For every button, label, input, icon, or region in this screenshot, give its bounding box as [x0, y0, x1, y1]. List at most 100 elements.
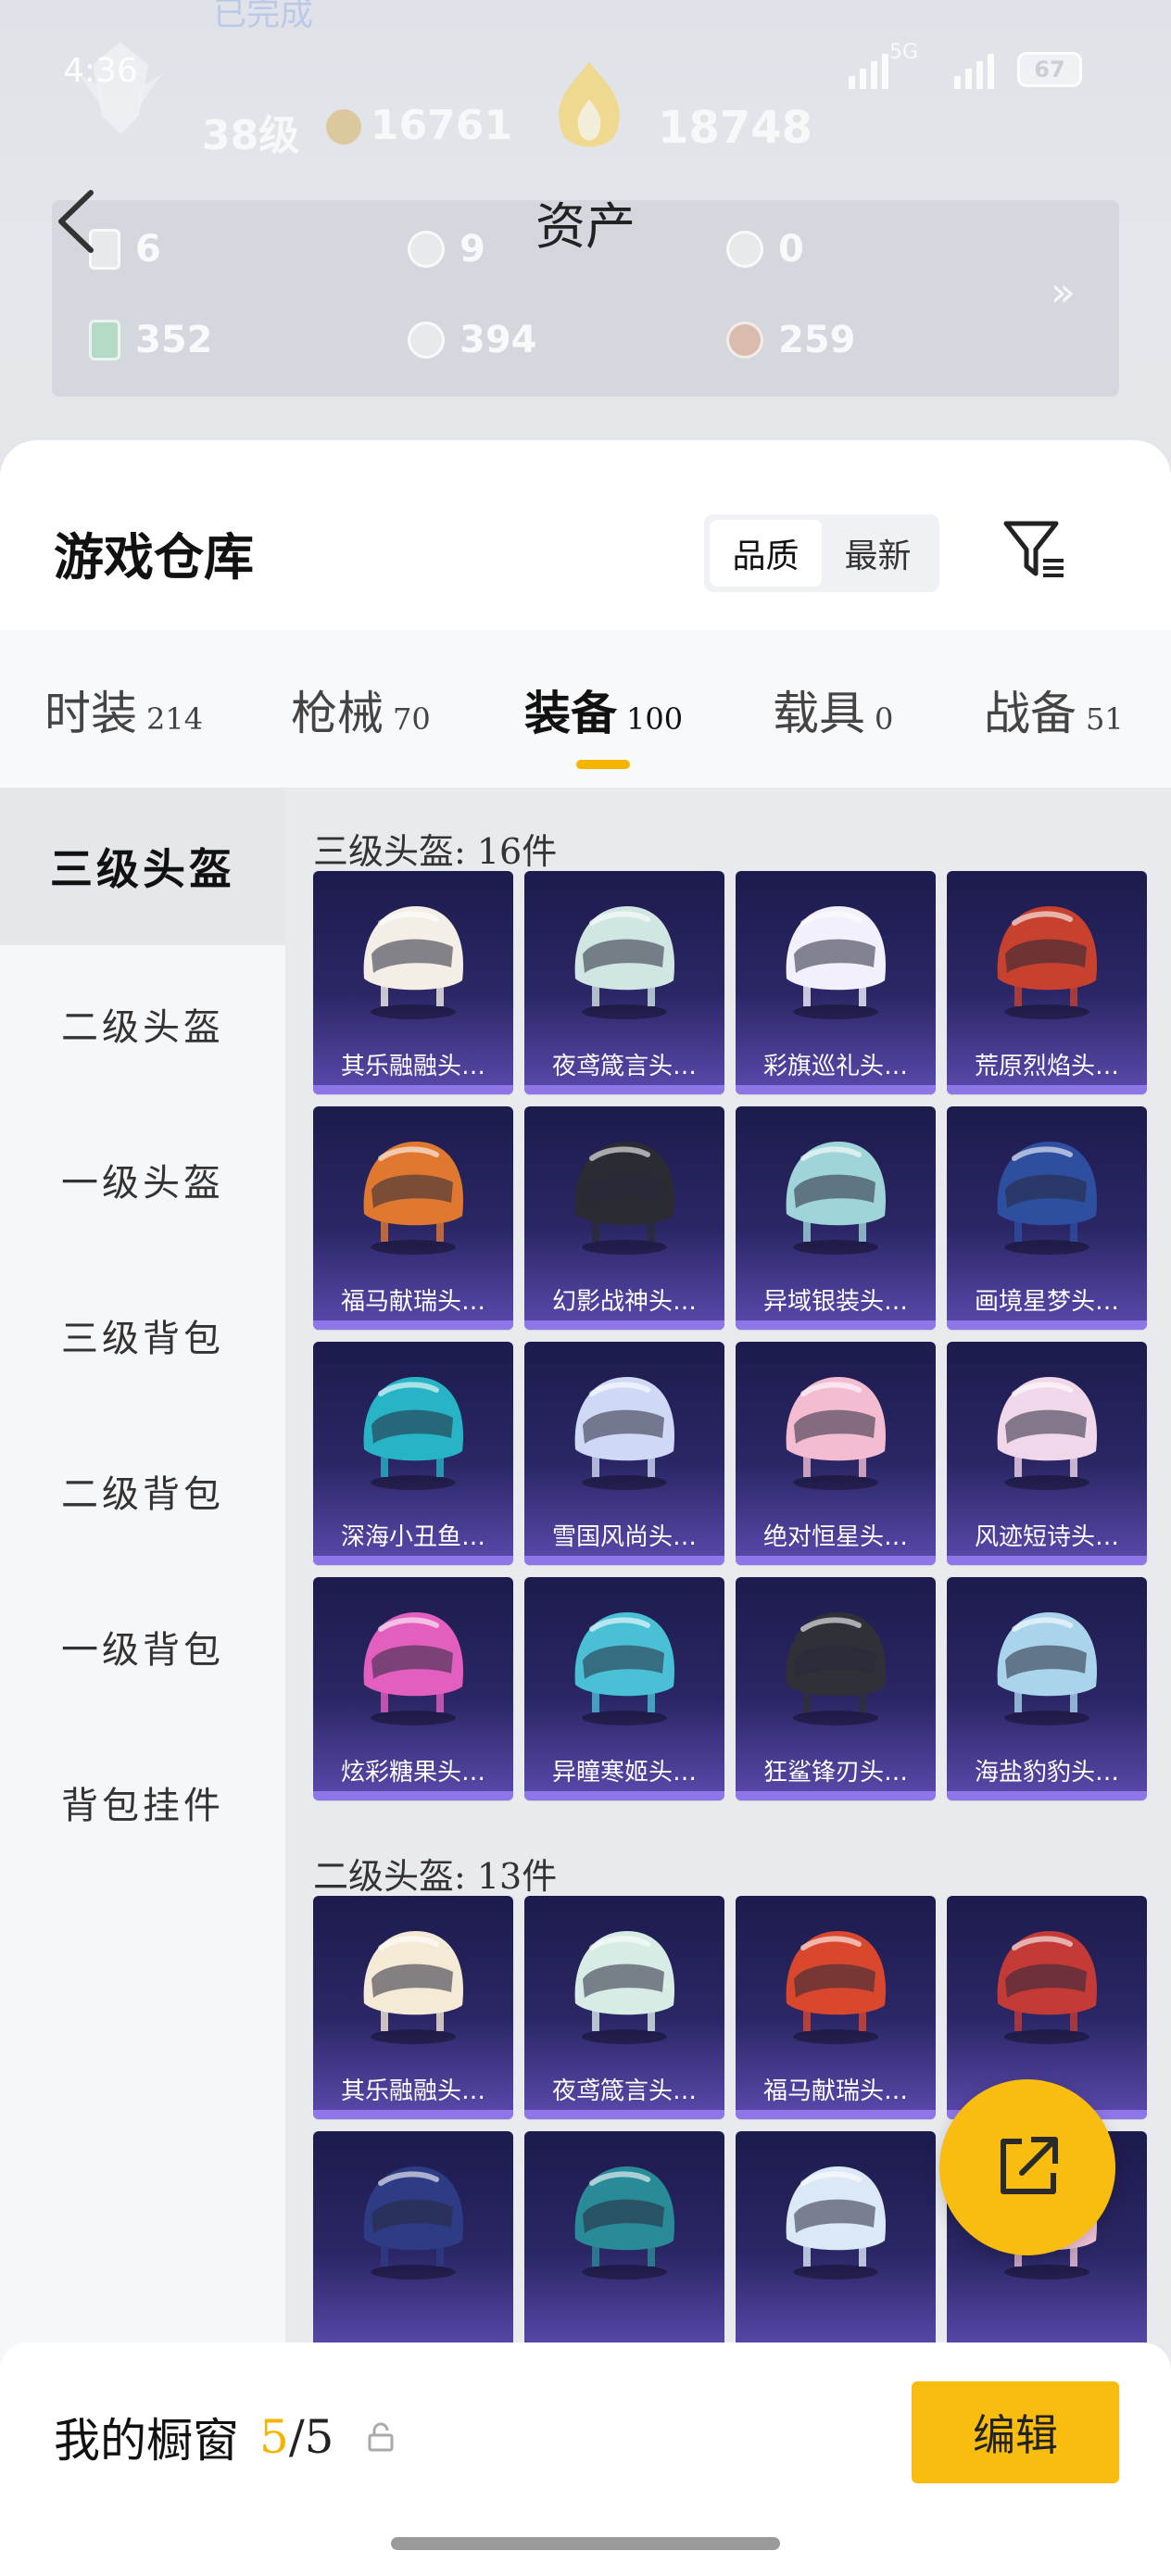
rarity-bar [947, 1085, 1147, 1094]
status-time: 4:36 [63, 52, 138, 90]
item-name: 其乐融融头… [340, 1053, 485, 1080]
helmet-icon [786, 1931, 886, 2044]
item-name: 雪国风尚头… [551, 1523, 697, 1551]
item-card[interactable]: 福马献瑞头… [313, 1106, 513, 1330]
item-card[interactable]: 幻影战神头… [524, 1106, 724, 1330]
category-tabs: 时装 214 枪械 70 装备 100 载具 0 战备 51 [0, 630, 1171, 788]
helmet-icon [363, 906, 463, 1019]
item-name: 荒原烈焰头… [974, 1053, 1119, 1080]
item-card[interactable]: 福马献瑞头… [736, 1896, 936, 2119]
asset-item: 352 [89, 319, 213, 361]
item-name: 海盐豹豹头… [974, 1759, 1119, 1787]
item-card[interactable]: 狂鲨锋刃头… [736, 1577, 936, 1800]
partial-banner-text: 已完成 [213, 0, 314, 33]
item-name: 其乐融融头… [340, 2077, 485, 2105]
warehouse-sheet: 游戏仓库 品质 最新 时装 214 枪械 70 装备 100 载具 0 战备 51 三级头… [0, 440, 1171, 2576]
item-card[interactable]: 夜鸢箴言头… [524, 1896, 724, 2119]
tab-supplies[interactable]: 战备 51 [984, 676, 1124, 743]
double-chevron-right-icon[interactable]: » [1051, 269, 1076, 316]
sort-by-quality-button[interactable]: 品质 [710, 520, 822, 587]
item-name: 画境星梦头… [974, 1288, 1119, 1316]
showcase-status: 我的橱窗 5/5 [54, 2404, 395, 2470]
item-card[interactable]: 深海小丑鱼… [313, 1342, 513, 1565]
helmet-icon [997, 1377, 1097, 1490]
sidebar-item-level2-backpack[interactable]: 二级背包 [0, 1412, 285, 1570]
sidebar-item-level1-helmet[interactable]: 一级头盔 [0, 1101, 285, 1258]
item-card[interactable]: 海盐豹豹头… [947, 1577, 1147, 1800]
item-name: 彩旗巡礼头… [762, 1053, 908, 1080]
sidebar-item-level1-backpack[interactable]: 一级背包 [0, 1568, 285, 1725]
sidebar-item-level2-helmet[interactable]: 二级头盔 [0, 945, 285, 1103]
showcase-label: 我的橱窗 [54, 2414, 239, 2468]
sidebar-item-level3-backpack[interactable]: 三级背包 [0, 1256, 285, 1414]
item-name: 深海小丑鱼… [340, 1523, 485, 1551]
helmet-icon [574, 906, 674, 1019]
item-card[interactable]: 雪国风尚头… [524, 1342, 724, 1565]
showcase-bar: 我的橱窗 5/5 编辑 [0, 2342, 1171, 2576]
helmet-icon [574, 2166, 674, 2279]
edit-button[interactable]: 编辑 [912, 2381, 1119, 2483]
rarity-bar [736, 1791, 936, 1800]
item-card[interactable]: 画境星梦头… [947, 1106, 1147, 1330]
item-card[interactable]: 异域银装头… [736, 1106, 936, 1330]
sort-by-newest-button[interactable]: 最新 [822, 520, 934, 587]
item-card[interactable]: 夜鸢箴言头… [524, 871, 724, 1094]
rarity-bar [947, 1320, 1147, 1330]
helmet-icon [363, 2166, 463, 2279]
item-card[interactable] [736, 2131, 936, 2355]
page-title: 资产 [535, 197, 636, 256]
item-card[interactable]: 异瞳寒姬头… [524, 1577, 724, 1800]
sidebar-item-backpack-pendant[interactable]: 背包挂件 [0, 1724, 285, 1881]
sort-toggle: 品质 最新 [704, 514, 939, 592]
item-card[interactable]: 荒原烈焰头… [947, 871, 1147, 1094]
item-card[interactable]: 炫彩糖果头… [313, 1577, 513, 1800]
bronze-coin-icon [726, 322, 763, 359]
active-tab-indicator [576, 760, 630, 769]
item-card[interactable] [524, 2131, 724, 2355]
battery-icon: 67 [1017, 52, 1082, 87]
signal-icon-2 [954, 48, 994, 89]
rarity-bar [736, 1085, 936, 1094]
warehouse-title: 游戏仓库 [54, 527, 254, 587]
flame-medal-icon [559, 62, 620, 147]
item-name: 炫彩糖果头… [340, 1759, 485, 1787]
helmet-icon [574, 1142, 674, 1255]
level-text: 38级 [202, 112, 300, 159]
signal-icon [849, 48, 888, 89]
item-card[interactable]: 绝对恒星头… [736, 1342, 936, 1565]
tab-firearms[interactable]: 枪械 70 [291, 676, 431, 743]
tab-fashion[interactable]: 时装 214 [44, 676, 203, 743]
rarity-bar [313, 1556, 513, 1565]
external-link-button[interactable] [939, 2079, 1115, 2255]
coin-icon [326, 109, 361, 145]
rarity-bar [524, 1085, 724, 1094]
battery-level: 67 [1034, 57, 1065, 82]
item-card[interactable]: 其乐融融头… [313, 871, 513, 1094]
item-card[interactable]: 其乐融融头… [313, 1896, 513, 2119]
sidebar-item-level3-helmet[interactable]: 三级头盔 [0, 788, 285, 945]
item-card[interactable] [313, 2131, 513, 2355]
helmet-icon [786, 1377, 886, 1490]
rarity-bar [524, 1791, 724, 1800]
helmet-icon [786, 1142, 886, 1255]
tab-equipment[interactable]: 装备 100 [524, 676, 683, 743]
item-card[interactable]: 风迹短诗头… [947, 1342, 1147, 1565]
helmet-icon [997, 1931, 1097, 2044]
points-text: 16761 [371, 102, 513, 149]
rarity-bar [736, 2110, 936, 2119]
item-name: 风迹短诗头… [974, 1523, 1119, 1551]
home-indicator[interactable] [391, 2537, 780, 2550]
tab-vehicles[interactable]: 载具 0 [773, 676, 893, 743]
item-name: 异域银装头… [762, 1288, 908, 1316]
item-card[interactable]: 彩旗巡礼头… [736, 871, 936, 1094]
filter-icon[interactable] [1001, 516, 1067, 583]
item-name: 幻影战神头… [551, 1288, 697, 1316]
rarity-bar [313, 1791, 513, 1800]
rarity-bar [947, 1556, 1147, 1565]
helmet-icon [363, 1377, 463, 1490]
rarity-bar [524, 1320, 724, 1330]
profile-background: 已完成 38级 16761 18748 4:36 5G 67 6 9 0 352… [0, 0, 1171, 482]
helmet-icon [786, 906, 886, 1019]
rarity-bar [947, 1791, 1147, 1800]
helmet-icon [574, 1612, 674, 1725]
